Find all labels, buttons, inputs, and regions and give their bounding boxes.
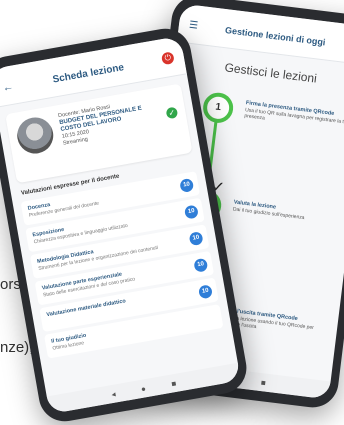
step-2-text: Valuta la lezione Dai il tuo giudizio su… <box>233 199 344 226</box>
score-badge: 10 <box>179 177 195 193</box>
score-badge: 10 <box>188 231 204 247</box>
step-1-text: Firma la presenza tramite QRcode Usa il … <box>244 100 344 133</box>
score-badge: 10 <box>183 204 199 220</box>
score-badge: 10 <box>193 257 209 273</box>
nav-recent-icon[interactable]: ■ <box>171 378 177 388</box>
avatar <box>14 114 57 157</box>
front-navbar: ◂ ● ■ <box>46 362 241 415</box>
gestisci-title: Gestisci le lezioni <box>223 60 318 86</box>
check-icon: ✓ <box>165 106 179 120</box>
back-header-title: Gestione lezioni di oggi <box>224 25 327 48</box>
nav-recent-icon[interactable]: ■ <box>260 378 266 388</box>
step-1-circle[interactable]: 1 <box>201 91 235 125</box>
teacher-info: Docente: Mario Rossi BUDGET DEL PERSONAL… <box>58 96 165 148</box>
nav-back-icon[interactable]: ◂ <box>111 389 117 399</box>
score-badge: 10 <box>197 284 214 300</box>
nav-home-icon[interactable]: ● <box>140 384 146 394</box>
